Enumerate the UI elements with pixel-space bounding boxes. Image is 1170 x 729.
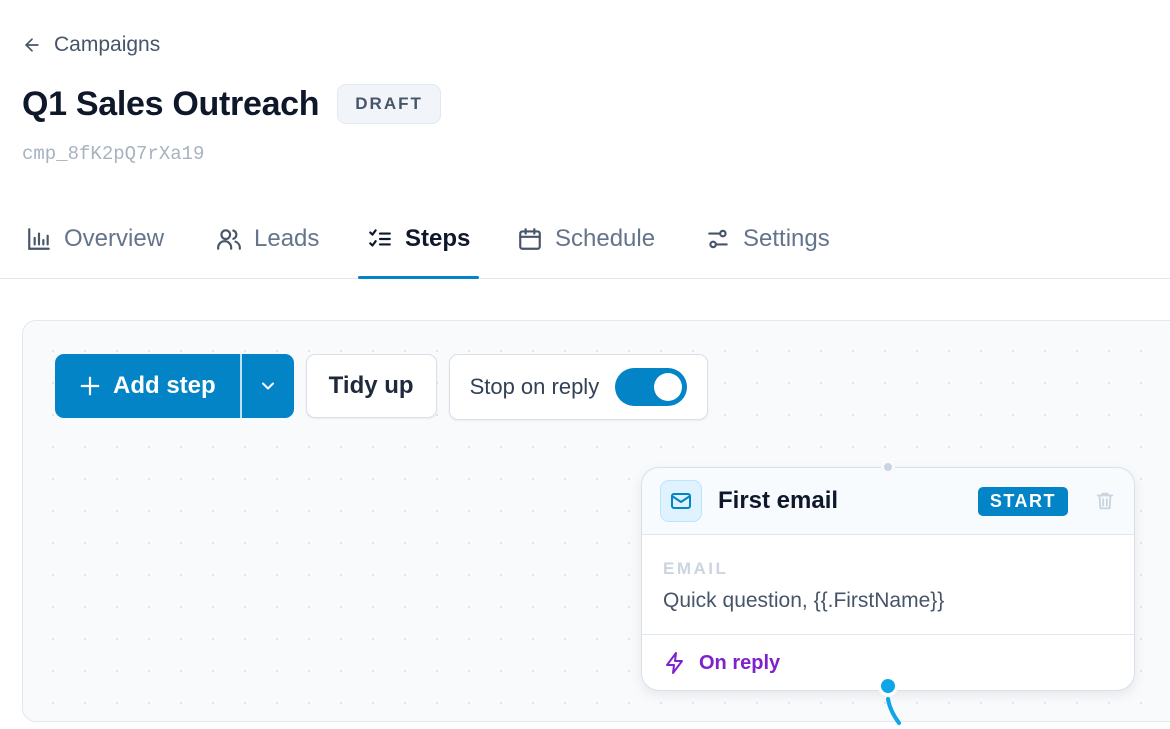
mail-icon	[660, 480, 702, 522]
stop-on-reply-toggle[interactable]	[615, 368, 688, 406]
bar-chart-icon	[28, 228, 50, 250]
tab-settings[interactable]: Settings	[705, 200, 830, 278]
add-step-split-button: Add step	[55, 354, 294, 418]
lightning-icon	[666, 652, 683, 674]
tab-leads-label: Leads	[254, 225, 320, 252]
calendar-icon	[519, 228, 541, 250]
start-badge: START	[977, 486, 1068, 516]
node-title: First email	[718, 487, 839, 514]
users-icon	[217, 229, 241, 250]
stop-on-reply-label: Stop on reply	[469, 374, 600, 399]
node-body: EMAIL Quick question, {{.FirstName}}	[642, 535, 1134, 635]
tidy-up-button[interactable]: Tidy up	[305, 354, 437, 418]
canvas-toolbar: Add step Tidy up Stop on reply	[55, 354, 709, 420]
arrow-left-icon	[25, 38, 39, 52]
node-header: First email START	[642, 468, 1134, 535]
back-link-label: Campaigns	[54, 33, 161, 56]
flow-canvas[interactable]: Add step Tidy up Stop on reply First ema…	[22, 320, 1170, 725]
node-subject: Quick question, {{.FirstName}}	[663, 589, 945, 612]
tab-settings-label: Settings	[743, 225, 830, 252]
title-row: Q1 Sales Outreach DRAFT	[22, 84, 441, 124]
split-divider	[239, 354, 242, 418]
tab-schedule-label: Schedule	[555, 225, 656, 252]
tab-bar: Overview Leads Steps Schedule Settings	[0, 200, 1170, 279]
node-output-handle[interactable]	[878, 676, 898, 696]
tab-steps[interactable]: Steps	[358, 200, 480, 279]
sliders-icon	[708, 229, 728, 249]
page-title: Q1 Sales Outreach	[22, 84, 320, 123]
node-input-handle[interactable]	[881, 460, 895, 474]
add-step-label: Add step	[113, 372, 216, 399]
tab-schedule[interactable]: Schedule	[517, 200, 655, 278]
toggle-knob	[654, 373, 683, 401]
campaign-id: cmp_8fK2pQ7rXa19	[22, 143, 205, 165]
list-checks-icon	[369, 229, 391, 247]
step-node-first-email[interactable]: First email START EMAIL Quick question, …	[641, 467, 1135, 691]
chevron-down-icon	[261, 382, 274, 390]
tab-overview[interactable]: Overview	[26, 200, 164, 278]
stop-on-reply-control: Stop on reply	[448, 354, 709, 420]
back-link-campaigns[interactable]: Campaigns	[22, 33, 160, 57]
status-badge: DRAFT	[337, 84, 441, 124]
tab-overview-label: Overview	[64, 225, 165, 252]
tab-leads[interactable]: Leads	[216, 200, 319, 278]
tab-steps-label: Steps	[405, 225, 471, 252]
plus-icon	[80, 376, 100, 396]
add-step-button[interactable]: Add step	[55, 354, 240, 418]
add-step-dropdown-button[interactable]	[242, 354, 294, 418]
connector-edge	[886, 697, 901, 725]
node-type-label: EMAIL	[663, 559, 729, 578]
trash-icon[interactable]	[1094, 490, 1116, 512]
on-reply-label: On reply	[699, 651, 781, 674]
